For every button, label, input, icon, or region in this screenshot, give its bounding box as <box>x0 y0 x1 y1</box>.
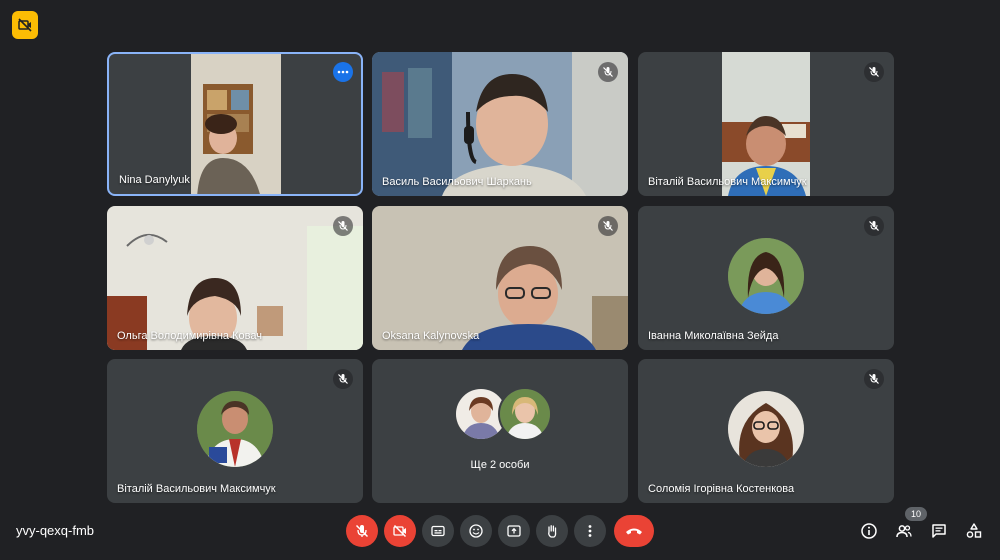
chat-icon <box>932 524 946 538</box>
mic-off-icon <box>864 62 884 82</box>
camera-toggle-button[interactable] <box>384 515 416 547</box>
mic-off-icon <box>598 216 618 236</box>
reactions-button[interactable] <box>460 515 492 547</box>
no-camera-icon <box>18 18 32 32</box>
participant-tile[interactable]: Соломія Ігорівна Костенкова <box>638 359 894 503</box>
participant-name: Соломія Ігорівна Костенкова <box>648 483 795 495</box>
participant-tile[interactable]: Nina Danylyuk <box>107 52 363 196</box>
present-screen-icon <box>507 525 521 537</box>
participant-video <box>191 54 281 194</box>
participant-video <box>722 52 810 196</box>
meeting-details-button[interactable] <box>857 519 881 543</box>
more-options-button[interactable] <box>574 515 606 547</box>
participant-name: Віталій Васильович Максимчук <box>648 176 807 188</box>
mic-off-icon <box>864 369 884 389</box>
participant-avatar <box>728 391 804 467</box>
people-button[interactable] <box>892 519 916 543</box>
activities-button[interactable] <box>962 519 986 543</box>
mic-toggle-button[interactable] <box>346 515 378 547</box>
meeting-code: yvy-qexq-fmb <box>16 523 95 538</box>
captions-icon <box>431 525 445 537</box>
participant-tile[interactable]: Іванна Миколаївна Зейда <box>638 206 894 350</box>
participant-avatar <box>728 238 804 314</box>
participant-name: Nina Danylyuk <box>119 174 190 186</box>
participant-name: Іванна Миколаївна Зейда <box>648 330 779 342</box>
presentation-badge[interactable] <box>12 11 38 39</box>
camera-off-icon <box>393 524 407 538</box>
participant-name: Ольга Володимирівна Ковач <box>117 330 262 342</box>
others-count-label: Ще 2 особи <box>470 459 530 471</box>
participant-name: Віталій Васильович Максимчук <box>117 483 276 495</box>
participant-avatar <box>197 391 273 467</box>
participant-video <box>372 52 628 196</box>
mic-off-icon <box>355 524 369 538</box>
raise-hand-button[interactable] <box>536 515 568 547</box>
participant-video <box>107 206 363 350</box>
emoji-icon <box>469 524 483 538</box>
mic-off-icon <box>598 62 618 82</box>
participant-tile[interactable]: Ольга Володимирівна Ковач <box>107 206 363 350</box>
leave-call-button[interactable] <box>614 515 654 547</box>
participant-name: Василь Васильович Шаркань <box>382 176 532 188</box>
more-options-icon[interactable] <box>333 62 353 82</box>
more-vertical-icon <box>588 525 592 537</box>
participant-tile[interactable]: Віталій Васильович Максимчук <box>638 52 894 196</box>
people-icon <box>896 525 912 538</box>
participant-tile[interactable]: Василь Васильович Шаркань <box>372 52 628 196</box>
participant-tile[interactable]: Oksana Kalynovska <box>372 206 628 350</box>
participant-avatar <box>498 387 552 441</box>
participant-video <box>372 206 628 350</box>
captions-button[interactable] <box>422 515 454 547</box>
participant-name: Oksana Kalynovska <box>382 330 480 342</box>
mic-off-icon <box>333 369 353 389</box>
info-icon <box>861 523 877 539</box>
others-tile[interactable]: Ще 2 особи <box>372 359 628 503</box>
hang-up-icon <box>626 528 642 535</box>
mic-off-icon <box>333 216 353 236</box>
hand-icon <box>548 525 557 538</box>
activities-icon <box>966 523 982 538</box>
mic-off-icon <box>864 216 884 236</box>
present-button[interactable] <box>498 515 530 547</box>
chat-button[interactable] <box>927 519 951 543</box>
participant-tile[interactable]: Віталій Васильович Максимчук <box>107 359 363 503</box>
